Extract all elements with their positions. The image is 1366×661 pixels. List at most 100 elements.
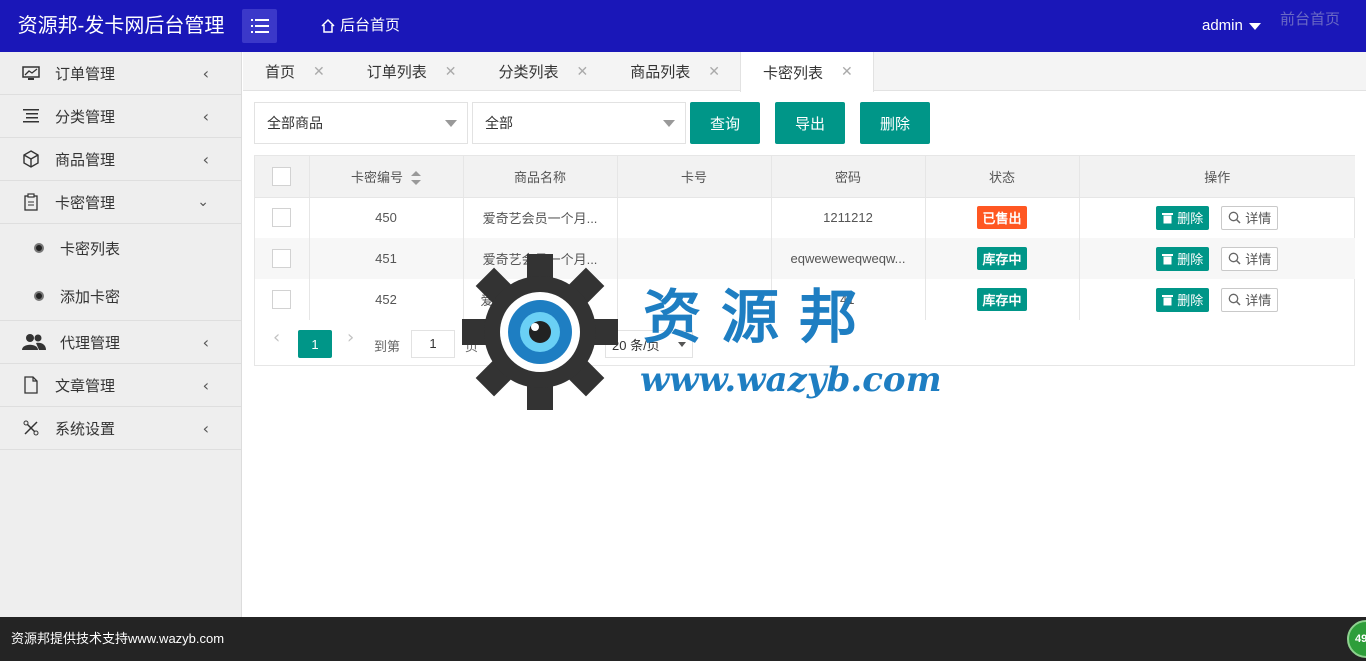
front-home-link[interactable]: 前台首页 xyxy=(1280,8,1340,29)
sidebar-item-label: 代理管理 xyxy=(60,334,121,352)
chevron-left-icon: ‹ xyxy=(202,419,209,438)
dropdown-arrow-icon xyxy=(663,120,675,127)
product-select[interactable]: 全部商品 xyxy=(254,102,468,144)
watermark-url: www.wazyb.com xyxy=(640,360,942,400)
prev-page-icon[interactable]: ‹ xyxy=(273,327,280,348)
chevron-left-icon: ‹ xyxy=(202,64,209,83)
close-icon[interactable]: ✕ xyxy=(577,64,589,80)
row-delete-button[interactable]: 删除 xyxy=(1156,287,1210,312)
next-page-icon[interactable]: › xyxy=(347,327,354,348)
tab-label: 分类列表 xyxy=(498,64,559,81)
goto-confirm-button[interactable]: 确定 xyxy=(491,330,543,358)
table-header-row: 卡密编号 商品名称 卡号 密码 状态 操作 xyxy=(255,156,1355,198)
sidebar-item-label: 订单管理 xyxy=(55,65,116,83)
tab-label: 首页 xyxy=(265,64,296,81)
column-header-card-no: 卡号 xyxy=(617,156,772,198)
bullet-icon xyxy=(34,291,44,301)
row-select-cell xyxy=(255,238,310,279)
sidebar-item-cards[interactable]: 卡密管理 ⌄ xyxy=(0,181,241,224)
close-icon[interactable]: ✕ xyxy=(708,64,720,80)
row-delete-button[interactable]: 删除 xyxy=(1156,246,1210,271)
goto-label: 到第 xyxy=(374,339,401,354)
sidebar-item-articles[interactable]: 文章管理 ‹ xyxy=(0,364,241,407)
cell-product: 爱奇艺会 xyxy=(463,279,618,320)
status-badge: 已售出 xyxy=(977,206,1027,230)
close-icon[interactable]: ✕ xyxy=(445,64,457,80)
sidebar-item-orders[interactable]: 订单管理 ‹ xyxy=(0,52,241,95)
sidebar-item-categories[interactable]: 分类管理 ‹ xyxy=(0,95,241,138)
user-name: admin xyxy=(1202,17,1243,34)
sort-icon[interactable] xyxy=(411,171,421,186)
cell-password: eqwewewеqweqw... xyxy=(771,238,926,279)
cell-id: 450 xyxy=(309,197,464,238)
cell-password: 1211212 xyxy=(771,197,926,238)
tab-label: 订单列表 xyxy=(366,64,427,81)
row-detail-button[interactable]: 详情 xyxy=(1221,246,1279,271)
cell-actions: 删除 详情 xyxy=(1079,238,1355,279)
export-button[interactable]: 导出 xyxy=(775,102,845,144)
cell-status: 库存中 xyxy=(925,238,1080,279)
chevron-down-icon: ⌄ xyxy=(197,194,209,210)
tab-categories[interactable]: 分类列表 ✕ xyxy=(477,52,609,91)
close-icon[interactable]: ✕ xyxy=(313,64,325,80)
cell-actions: 删除 详情 xyxy=(1079,279,1355,320)
status-select-value: 全部 xyxy=(485,115,513,131)
sidebar-item-products[interactable]: 商品管理 ‹ xyxy=(0,138,241,181)
close-icon[interactable]: ✕ xyxy=(841,64,853,80)
delete-button[interactable]: 删除 xyxy=(860,102,930,144)
users-icon xyxy=(22,333,46,351)
row-delete-label: 删除 xyxy=(1177,211,1204,227)
tab-label: 卡密列表 xyxy=(763,64,824,82)
column-header-id[interactable]: 卡密编号 xyxy=(309,156,464,198)
column-header-status: 状态 xyxy=(925,156,1080,198)
total-count: 共 3 条 xyxy=(551,339,592,354)
row-checkbox[interactable] xyxy=(272,290,292,309)
table-row: 452 爱奇艺会 41 库存中 删除 详情 xyxy=(255,279,1355,320)
row-checkbox[interactable] xyxy=(272,208,292,228)
tools-icon xyxy=(22,419,40,437)
chevron-left-icon: ‹ xyxy=(202,107,209,126)
row-checkbox[interactable] xyxy=(272,249,292,268)
sidebar-item-agents[interactable]: 代理管理 ‹ xyxy=(0,321,241,364)
document-icon xyxy=(22,376,40,394)
column-header-actions: 操作 xyxy=(1079,156,1355,198)
admin-home-label: 后台首页 xyxy=(340,17,401,34)
list-lines-icon xyxy=(22,107,40,125)
column-header-password: 密码 xyxy=(771,156,926,198)
select-all-checkbox[interactable] xyxy=(272,166,292,186)
search-icon xyxy=(1228,293,1241,306)
search-icon xyxy=(1228,252,1241,265)
sidebar-subitem-card-list[interactable]: 卡密列表 xyxy=(0,224,241,272)
row-detail-button[interactable]: 详情 xyxy=(1221,287,1279,312)
query-button[interactable]: 查询 xyxy=(690,102,760,144)
app-logo[interactable]: 资源邦-发卡网后台管理 xyxy=(0,0,242,52)
tab-orders[interactable]: 订单列表 ✕ xyxy=(345,52,477,91)
status-select[interactable]: 全部 xyxy=(472,102,686,144)
footer: 资源邦提供技术支持www.wazyb.com xyxy=(0,617,1366,661)
tab-home[interactable]: 首页 ✕ xyxy=(243,52,345,91)
goto-page-input[interactable]: 1 xyxy=(411,330,455,358)
sidebar-subitem-label: 卡密列表 xyxy=(60,240,121,258)
sidebar: 订单管理 ‹ 分类管理 ‹ 商品管理 ‹ 卡密管理 ⌄ 卡密列表 添加卡密 代理… xyxy=(0,52,242,617)
dropdown-arrow-icon xyxy=(678,342,686,347)
sidebar-item-label: 系统设置 xyxy=(55,420,116,438)
bullet-icon xyxy=(34,243,44,253)
current-page-button[interactable]: 1 xyxy=(298,330,332,358)
product-select-value: 全部商品 xyxy=(267,115,323,131)
menu-toggle-button[interactable] xyxy=(242,9,277,43)
tab-cards[interactable]: 卡密列表 ✕ xyxy=(740,52,874,92)
row-detail-button[interactable]: 详情 xyxy=(1221,205,1279,230)
sidebar-item-label: 文章管理 xyxy=(55,377,116,395)
sidebar-item-label: 分类管理 xyxy=(55,108,116,126)
tab-products[interactable]: 商品列表 ✕ xyxy=(608,52,740,91)
sidebar-subitem-add-card[interactable]: 添加卡密 xyxy=(0,272,241,321)
user-menu[interactable]: admin xyxy=(1202,0,1261,52)
page-size-select[interactable]: 20 条/页 xyxy=(605,330,693,358)
column-label: 卡密编号 xyxy=(350,169,403,185)
tab-label: 商品列表 xyxy=(630,64,691,81)
row-delete-button[interactable]: 删除 xyxy=(1156,205,1210,230)
cell-card-no xyxy=(617,279,772,320)
cell-card-no xyxy=(617,238,772,279)
sidebar-item-settings[interactable]: 系统设置 ‹ xyxy=(0,407,241,450)
admin-home-link[interactable]: 后台首页 xyxy=(320,0,400,52)
